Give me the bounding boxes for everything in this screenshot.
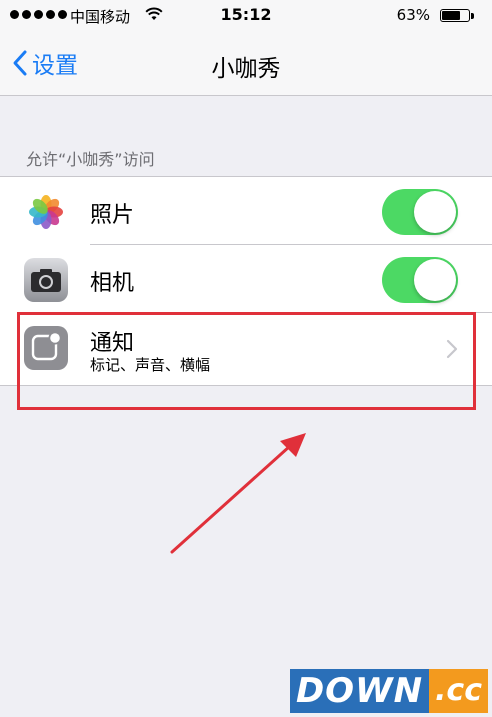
watermark-suffix: .cc: [429, 669, 488, 713]
watermark-main: DOWN: [289, 669, 430, 713]
site-watermark: DOWN .cc: [289, 669, 488, 713]
annotation-arrow-icon: [170, 433, 306, 554]
